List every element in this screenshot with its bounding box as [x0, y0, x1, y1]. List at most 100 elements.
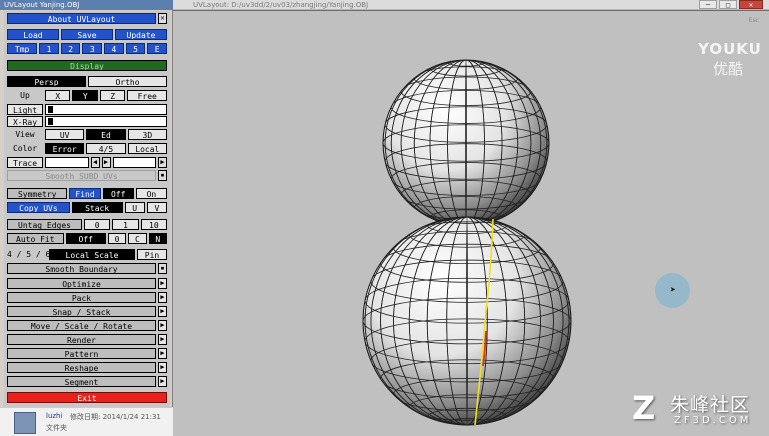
menu-pattern: Pattern ▶ [7, 348, 167, 359]
symmetry-find-button[interactable]: Find [69, 188, 101, 199]
load-button[interactable]: Load [7, 29, 59, 40]
view-3d-button[interactable]: 3D [127, 129, 167, 140]
segment-button[interactable]: Segment [7, 376, 156, 387]
light-slider-handle[interactable] [48, 106, 53, 113]
untag-10-button[interactable]: 10 [140, 219, 167, 230]
trace-slider-a[interactable] [45, 157, 89, 168]
pack-button[interactable]: Pack [7, 292, 156, 303]
copy-v-button[interactable]: V [146, 202, 167, 213]
file-type: 文件夹 [46, 424, 67, 432]
minimize-icon[interactable]: ─ [699, 0, 717, 9]
tmp-slot-4[interactable]: 4 [104, 43, 124, 54]
light-slider[interactable] [45, 104, 167, 115]
youku-watermark: YOUKU 优酷 [698, 40, 761, 79]
auto-fit-0-button[interactable]: 0 [107, 233, 127, 244]
trace-end-arrow-icon[interactable]: ▶ [158, 157, 167, 168]
snap-stack-button[interactable]: Snap / Stack [7, 306, 156, 317]
snap-stack-expand-icon[interactable]: ▶ [158, 306, 167, 317]
symmetry-label: Symmetry [7, 188, 68, 199]
maximize-icon[interactable]: □ [719, 0, 737, 9]
youku-logo-cn: 优酷 [712, 60, 743, 78]
panel-body: About UVLayout ✕ Load Save Update Tmp 1 … [4, 11, 170, 436]
up-free-button[interactable]: Free [127, 90, 168, 101]
tmp-slot-1[interactable]: 1 [39, 43, 59, 54]
menu-pack: Pack ▶ [7, 292, 167, 303]
about-button[interactable]: About UVLayout [7, 13, 156, 24]
stack-button[interactable]: Stack [71, 202, 123, 213]
view-row: View UV Ed 3D [7, 129, 167, 140]
persp-button[interactable]: Persp [7, 76, 86, 87]
color-ratio-button[interactable]: 4/5 [86, 143, 126, 154]
auto-fit-n-button[interactable]: N [148, 233, 168, 244]
tmp-slot-5[interactable]: 5 [125, 43, 146, 54]
view-ed-button[interactable]: Ed [86, 129, 126, 140]
color-local-button[interactable]: Local [127, 143, 167, 154]
symmetry-off-button[interactable]: Off [102, 188, 134, 199]
untag-1-button[interactable]: 1 [112, 219, 139, 230]
auto-fit-off-button[interactable]: Off [65, 233, 106, 244]
pack-expand-icon[interactable]: ▶ [158, 292, 167, 303]
trace-slider-b[interactable] [112, 157, 156, 168]
sphere-top[interactable] [382, 58, 550, 228]
move-scale-rotate-button[interactable]: Move / Scale / Rotate [7, 320, 156, 331]
pin-button[interactable]: Pin [137, 249, 167, 260]
pattern-button[interactable]: Pattern [7, 348, 156, 359]
color-error-button[interactable]: Error [45, 143, 85, 154]
close-icon[interactable]: ✕ [739, 0, 763, 9]
local-scale-button[interactable]: Local Scale [49, 249, 135, 260]
file-modified-date: 修改日期: 2014/1/24 21:31 [70, 413, 161, 421]
tmp-slot-e[interactable]: E [147, 43, 167, 54]
segment-expand-icon[interactable]: ▶ [158, 376, 167, 387]
zf3d-domain: ZF3D.COM [674, 415, 752, 426]
copy-uvs-button[interactable]: Copy UVs [7, 202, 70, 213]
tmp-row: Tmp 1 2 3 4 5 E [7, 43, 167, 54]
smooth-subd-button[interactable]: Smooth SUBD UVs [7, 170, 156, 181]
copy-u-button[interactable]: U [124, 202, 145, 213]
pattern-expand-icon[interactable]: ▶ [158, 348, 167, 359]
xray-slider-handle[interactable] [48, 118, 53, 125]
tmp-slot-2[interactable]: 2 [60, 43, 81, 54]
update-button[interactable]: Update [115, 29, 167, 40]
up-y-button[interactable]: Y [72, 90, 98, 101]
mouse-cursor-icon: ➤ [670, 285, 677, 296]
view-label: View [15, 130, 35, 139]
exit-button[interactable]: Exit [7, 392, 167, 403]
light-row: Light [7, 104, 167, 115]
optimize-button[interactable]: Optimize [7, 278, 156, 289]
folder-icon [14, 412, 36, 434]
trace-left-arrow-icon[interactable]: ◀ [90, 157, 100, 168]
untag-edges-button[interactable]: Untag Edges [7, 219, 82, 230]
reshape-expand-icon[interactable]: ▶ [158, 362, 167, 373]
up-x-button[interactable]: X [45, 90, 71, 101]
menu-segment: Segment ▶ [7, 376, 167, 387]
symmetry-on-button[interactable]: On [135, 188, 168, 199]
auto-fit-c-button[interactable]: C [128, 233, 147, 244]
file-name: luzhi [46, 412, 63, 420]
xray-slider[interactable] [45, 116, 167, 127]
smooth-subd-row: Smooth SUBD UVs ▪ [7, 170, 167, 181]
spheres-canvas [362, 58, 572, 428]
render-button[interactable]: Render [7, 334, 156, 345]
viewport-titlebar: UVLayout: D:/uv3dd/2/uv03/zhangjing/Yanj… [173, 0, 769, 10]
tmp-slot-3[interactable]: 3 [82, 43, 103, 54]
optimize-expand-icon[interactable]: ▶ [158, 278, 167, 289]
render-expand-icon[interactable]: ▶ [158, 334, 167, 345]
menu-render: Render ▶ [7, 334, 167, 345]
explorer-file-item[interactable]: luzhi 修改日期: 2014/1/24 21:31 文件夹 [0, 407, 173, 436]
smooth-boundary-button[interactable]: Smooth Boundary [7, 263, 156, 274]
view-uv-button[interactable]: UV [45, 129, 85, 140]
display-section-button[interactable]: Display [7, 60, 167, 71]
about-close-icon[interactable]: ✕ [158, 13, 167, 24]
viewport-3d[interactable]: Esc [173, 11, 769, 436]
up-z-button[interactable]: Z [99, 90, 126, 101]
move-scale-rotate-expand-icon[interactable]: ▶ [158, 320, 167, 331]
trace-right-arrow-icon[interactable]: ▶ [101, 157, 111, 168]
reshape-button[interactable]: Reshape [7, 362, 156, 373]
smooth-subd-toggle-icon[interactable]: ▪ [158, 170, 167, 181]
sphere-bottom[interactable] [362, 215, 572, 428]
save-button[interactable]: Save [61, 29, 113, 40]
ortho-button[interactable]: Ortho [88, 76, 167, 87]
file-row: Load Save Update [7, 29, 167, 40]
untag-0-button[interactable]: 0 [84, 219, 111, 230]
smooth-boundary-toggle-icon[interactable]: ▪ [158, 263, 167, 274]
